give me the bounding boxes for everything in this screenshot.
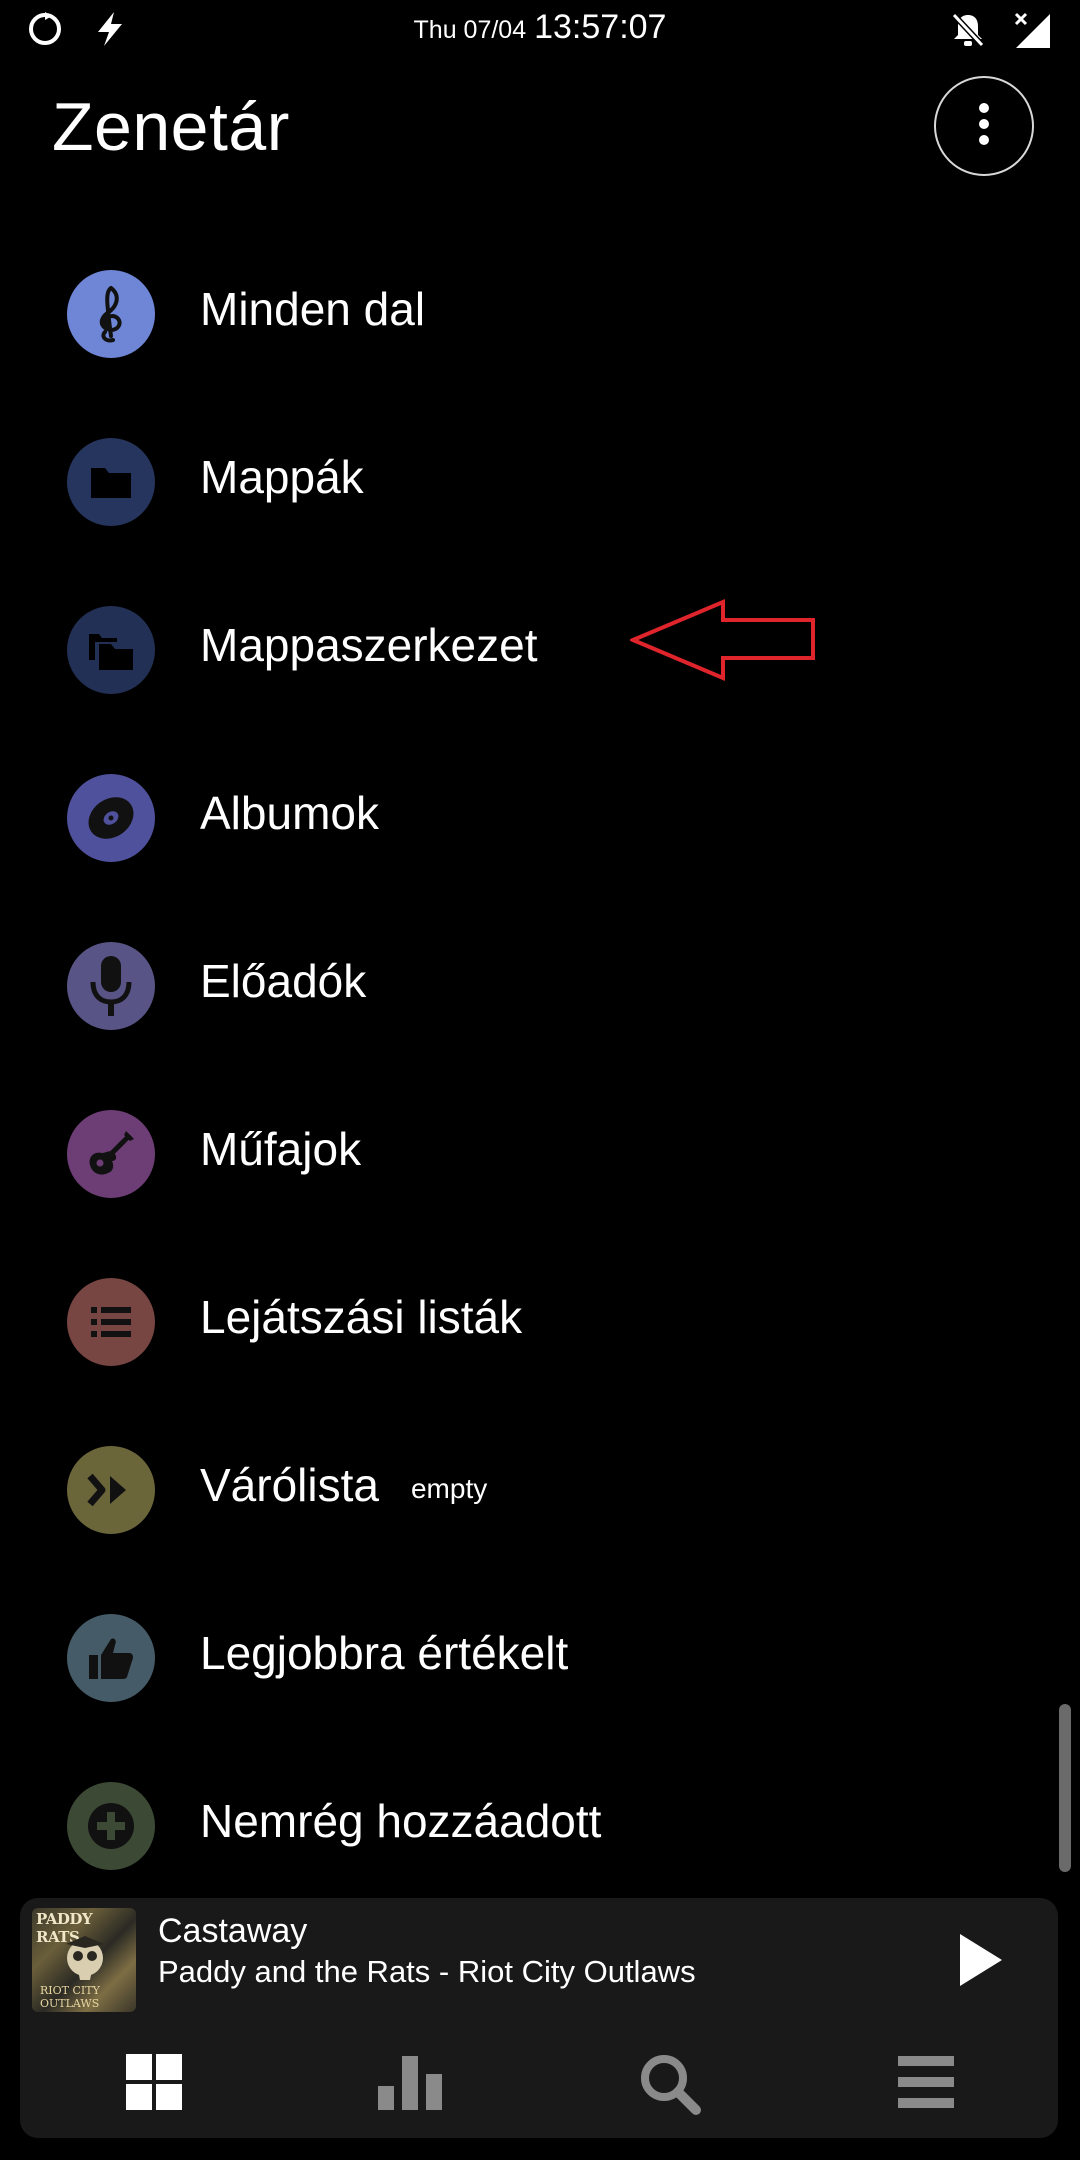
library-item-label: Albumok [200,787,379,839]
status-clock: Thu 07/04 13:57:07 [0,8,1080,47]
folder-tree-icon [67,606,155,694]
bar-chart-icon [376,2056,446,2116]
library-item-all-songs[interactable]: Minden dal [0,230,1080,398]
playlist-icon [67,1278,155,1366]
library-item-label: Műfajok [200,1123,362,1175]
library-item-label: Előadók [200,955,367,1007]
queue-icon [67,1446,155,1534]
library-list: Minden dal Mappák Mappaszerkezet Albumok… [0,230,1080,1910]
nav-library-button[interactable] [124,2052,184,2117]
status-right [950,10,1052,55]
library-item-label: Minden dal [200,283,426,335]
status-bar: Thu 07/04 13:57:07 [0,0,1080,64]
library-item-playlists[interactable]: Lejátszási listák [0,1238,1080,1406]
library-item-label: Mappaszerkezet [200,619,538,671]
queue-status-badge: empty [410,1472,488,1504]
album-cover: PADDY RATS RIOT CITY OUTLAWS [32,1908,136,2012]
more-options-button[interactable] [934,76,1034,176]
more-vert-icon [976,102,992,151]
folder-icon [67,438,155,526]
search-icon [638,2055,702,2120]
library-item-genres[interactable]: Műfajok [0,1070,1080,1238]
library-item-label: Lejátszási listák [200,1291,523,1343]
guitar-icon [67,1110,155,1198]
microphone-icon [67,942,155,1030]
play-icon [950,1934,1010,1996]
library-item-folder-tree[interactable]: Mappaszerkezet [0,566,1080,734]
no-signal-icon [1012,10,1052,55]
thumb-up-icon [67,1614,155,1702]
status-date: Thu 07/04 [413,16,527,44]
nav-charts-button[interactable] [376,2052,446,2117]
list-scrollbar[interactable] [1059,1704,1071,1872]
library-item-label: Legjobbra értékelt [200,1627,569,1679]
status-time: 13:57:07 [534,8,667,46]
library-item-top-rated[interactable]: Legjobbra értékelt [0,1574,1080,1742]
library-item-folders[interactable]: Mappák [0,398,1080,566]
annotation-arrow [630,598,815,682]
notifications-off-icon [950,11,986,54]
add-icon [67,1782,155,1870]
grid-icon [124,2054,184,2116]
now-playing-subtitle: Paddy and the Rats - Riot City Outlaws [158,1954,696,1989]
library-item-queue[interactable]: Várólista empty [0,1406,1080,1574]
menu-icon [896,2056,956,2116]
library-item-label: Mappák [200,451,364,503]
mini-player[interactable]: PADDY RATS RIOT CITY OUTLAWS Castaway Pa… [20,1898,1058,2138]
page-title: Zenetár [52,89,290,165]
bottom-nav [20,2040,1058,2126]
album-cover-subtitle: RIOT CITY OUTLAWS [40,1984,100,2010]
play-button[interactable] [950,1928,1010,1997]
library-item-label: Várólista empty [200,1458,487,1512]
library-item-artists[interactable]: Előadók [0,902,1080,1070]
nav-queue-button[interactable] [896,2052,956,2117]
library-item-recently-added[interactable]: Nemrég hozzáadott [0,1742,1080,1910]
library-item-label: Nemrég hozzáadott [200,1795,602,1847]
album-icon [67,774,155,862]
nav-search-button[interactable] [638,2052,702,2121]
now-playing-title: Castaway [158,1912,308,1950]
treble-clef-icon [67,270,155,358]
library-item-label-text: Várólista [200,1459,379,1511]
library-item-albums[interactable]: Albumok [0,734,1080,902]
